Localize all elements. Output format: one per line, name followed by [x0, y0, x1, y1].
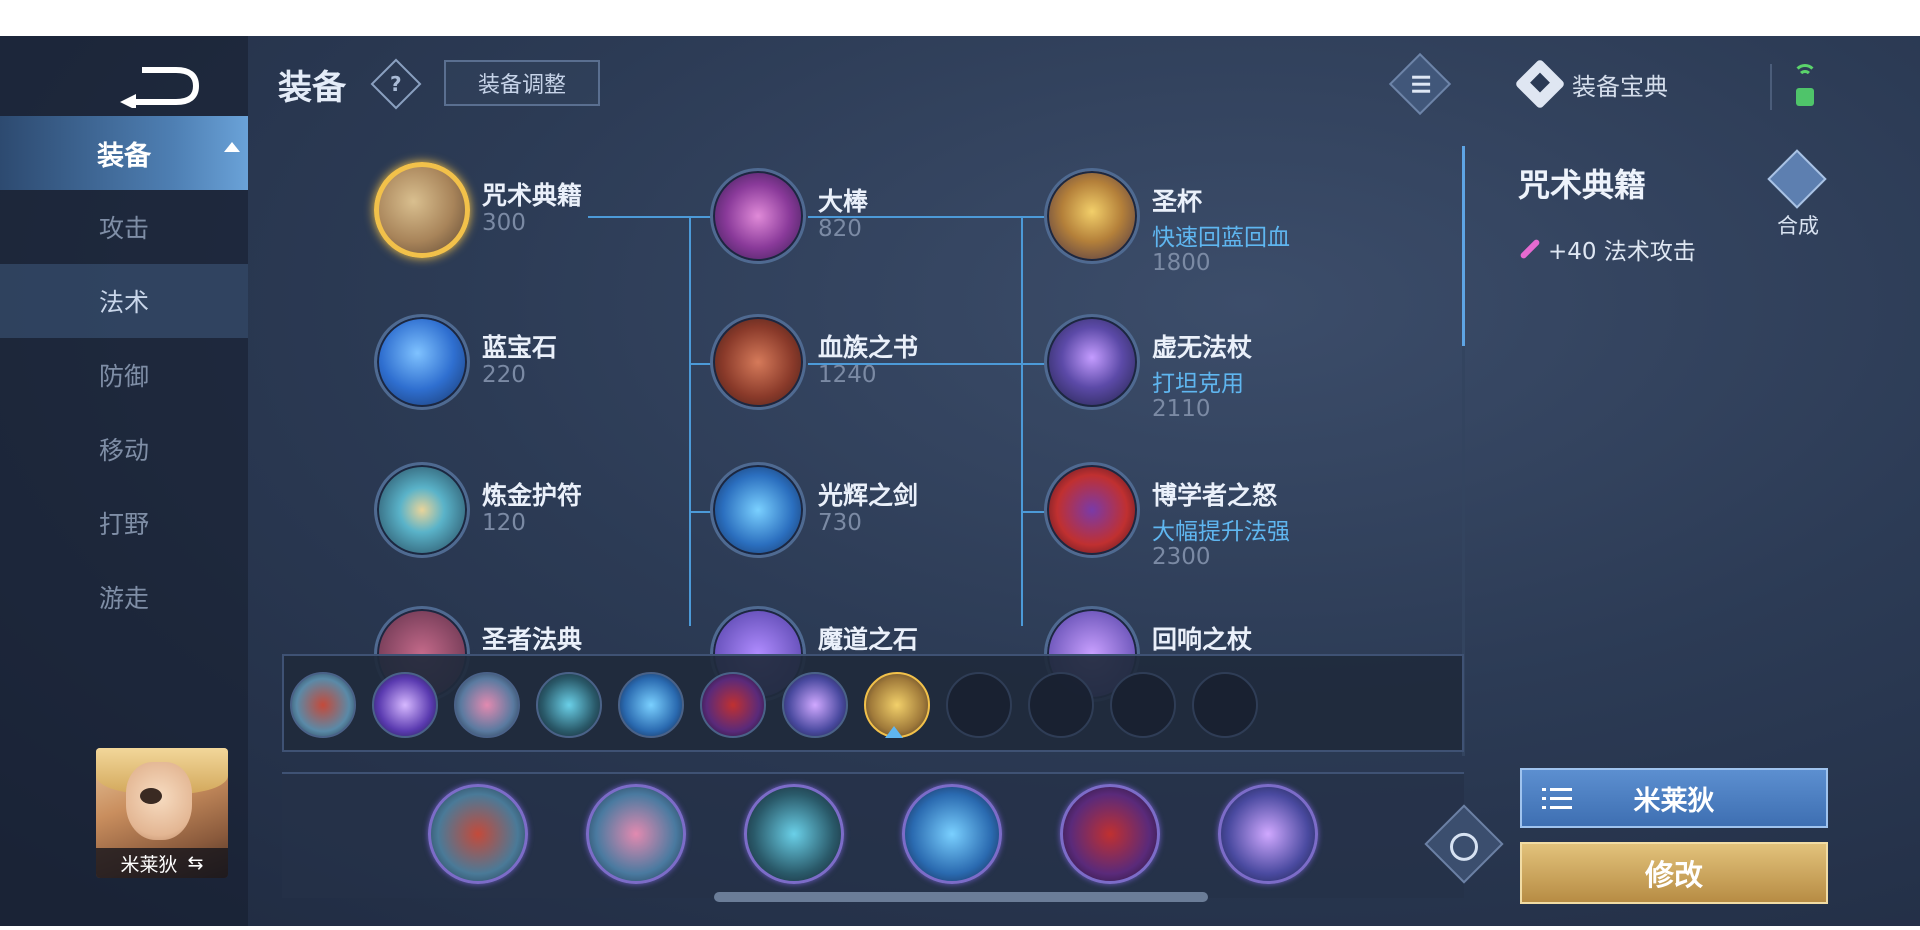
sidebar-item-jungle[interactable]: 打野	[0, 486, 248, 560]
item-description: 快速回蓝回血	[1152, 225, 1290, 251]
item-name: 炼金护符	[482, 481, 583, 510]
sidebar-item-label: 打野	[98, 510, 149, 539]
recommended-items-bar	[282, 654, 1464, 752]
orb-item-icon[interactable]	[372, 672, 438, 738]
compose-label: 合成	[1777, 214, 1819, 238]
swap-icon: ⇆	[187, 852, 204, 874]
sidebar-item-label: 法术	[98, 288, 149, 317]
staff-item-icon[interactable]	[536, 672, 602, 738]
item-name: 咒术典籍	[482, 181, 583, 210]
hero-name-text: 米莱狄	[120, 853, 178, 876]
sapphire-item-icon	[374, 314, 470, 410]
item-price: 820	[818, 216, 862, 242]
hero-portrait-card[interactable]: 米莱狄 ⇆	[96, 748, 228, 878]
sidebar-item-movement[interactable]: 移动	[0, 412, 248, 486]
sidebar-item-equipment[interactable]: 装备	[0, 116, 248, 190]
modify-button[interactable]: 修改	[1520, 842, 1828, 904]
mask-item-icon[interactable]	[454, 672, 520, 738]
compose-icon	[1767, 149, 1827, 209]
empty-slot[interactable]	[1110, 672, 1176, 738]
empty-slot[interactable]	[946, 672, 1012, 738]
sidebar-item-label: 装备	[97, 140, 151, 172]
water-orb-item-icon[interactable]	[902, 784, 1002, 884]
void-staff-item-icon[interactable]	[1218, 784, 1318, 884]
boots-item-icon[interactable]	[290, 672, 356, 738]
item-name: 博学者之怒	[1152, 481, 1278, 510]
equipment-screen: 装备 攻击 法术 防御 移动 打野 游走 米莱狄 ⇆ 装备 ? 装备调整 装备宝…	[0, 36, 1920, 926]
item-name: 魔道之石	[818, 625, 919, 654]
sidebar-item-defense[interactable]: 防御	[0, 338, 248, 412]
empty-slot[interactable]	[1192, 672, 1258, 738]
item-price: 120	[482, 510, 526, 536]
item-stat-text: +40 法术攻击	[1548, 239, 1696, 265]
equipment-adjust-button[interactable]: 装备调整	[444, 60, 600, 106]
item-name: 蓝宝石	[482, 333, 558, 362]
item-price: 730	[818, 510, 862, 536]
back-arrow-icon[interactable]	[118, 64, 202, 108]
selected-slot-arrow-icon	[885, 726, 903, 738]
item-price: 2110	[1152, 396, 1211, 422]
amulet-item-icon	[374, 462, 470, 558]
codex-icon	[1514, 58, 1566, 110]
radiant-sword-item-icon	[710, 462, 806, 558]
item-name: 大棒	[818, 187, 869, 216]
item-price: 1800	[1152, 250, 1211, 276]
item-name: 圣者法典	[482, 625, 583, 654]
item-price: 2300	[1152, 544, 1211, 570]
build-scrollbar[interactable]	[714, 892, 1208, 902]
spellbook-item-icon	[374, 162, 470, 258]
compose-button[interactable]: 合成	[1767, 149, 1827, 242]
item-name: 回响之杖	[1152, 625, 1253, 654]
list-icon	[1542, 786, 1572, 810]
item-description: 大幅提升法强	[1152, 519, 1290, 545]
item-name: 圣杯	[1152, 187, 1203, 216]
sidebar-item-label: 移动	[98, 436, 149, 465]
item-price: 1240	[818, 362, 877, 388]
eyepatch-icon	[140, 788, 162, 804]
list-menu-icon[interactable]	[1388, 52, 1452, 116]
header-divider	[1770, 64, 1772, 110]
sidebar-item-label: 防御	[98, 362, 149, 391]
holy-grail-item-icon	[1044, 168, 1140, 264]
sidebar-item-label: 攻击	[98, 214, 149, 243]
wizard-hat-item-icon[interactable]	[1060, 784, 1160, 884]
category-sidebar: 装备 攻击 法术 防御 移动 打野 游走 米莱狄 ⇆	[0, 36, 248, 926]
item-name: 血族之书	[818, 333, 919, 362]
page-title: 装备	[278, 68, 346, 108]
item-name: 虚无法杖	[1152, 333, 1253, 362]
codex-label: 装备宝典	[1572, 72, 1668, 101]
void-staff-item-icon[interactable]	[782, 672, 848, 738]
water-orb-item-icon[interactable]	[618, 672, 684, 738]
item-stat: +40 法术攻击	[1518, 232, 1696, 266]
void-staff-item-icon	[1044, 314, 1140, 410]
boots-item-icon[interactable]	[428, 784, 528, 884]
scholar-fury-item-icon	[1044, 462, 1140, 558]
sidebar-item-magic[interactable]: 法术	[0, 264, 248, 338]
item-price: 220	[482, 362, 526, 388]
item-description: 打坦克用	[1152, 371, 1244, 397]
wizard-hat-item-icon[interactable]	[700, 672, 766, 738]
sidebar-item-attack[interactable]: 攻击	[0, 190, 248, 264]
item-price: 300	[482, 210, 526, 236]
chevron-up-icon	[224, 142, 240, 152]
big-staff-item-icon	[710, 168, 806, 264]
mask-item-icon[interactable]	[586, 784, 686, 884]
blood-book-item-icon	[710, 314, 806, 410]
item-detail-title: 咒术典籍	[1518, 166, 1647, 204]
empty-slot[interactable]	[1028, 672, 1094, 738]
staff-item-icon[interactable]	[744, 784, 844, 884]
magic-wand-icon	[1519, 238, 1541, 260]
item-name: 光辉之剑	[818, 481, 919, 510]
wifi-battery-status-icon	[1790, 64, 1820, 108]
hero-select-button[interactable]: 米莱狄	[1520, 768, 1828, 828]
question-diamond-icon[interactable]: ?	[370, 58, 422, 110]
sidebar-item-roam[interactable]: 游走	[0, 560, 248, 634]
equipment-codex-button[interactable]: 装备宝典	[1514, 58, 1668, 110]
tree-scrollbar[interactable]	[1462, 146, 1465, 346]
hero-name-label[interactable]: 米莱狄 ⇆	[96, 848, 228, 878]
sidebar-item-label: 游走	[98, 584, 149, 613]
hero-select-label: 米莱狄	[1633, 785, 1715, 817]
